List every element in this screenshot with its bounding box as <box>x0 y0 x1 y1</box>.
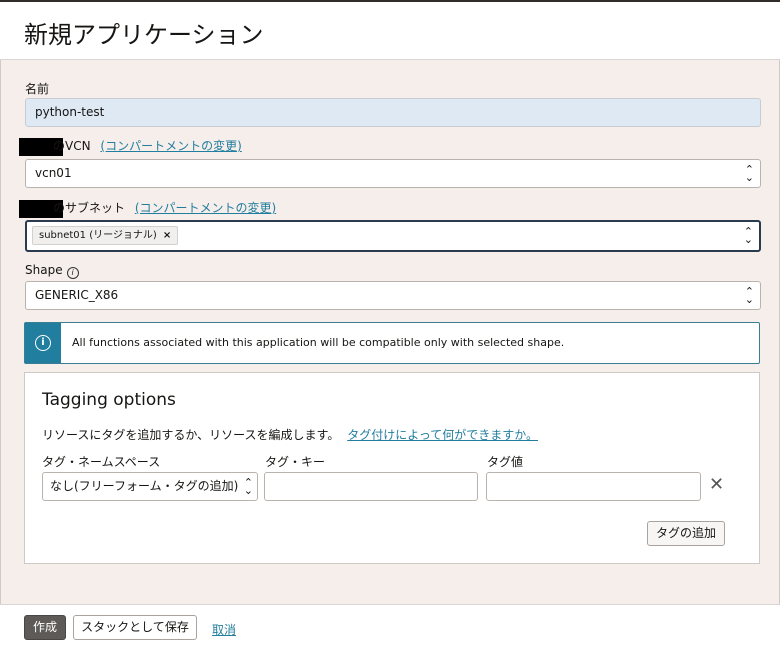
save-as-stack-button[interactable]: スタックとして保存 <box>73 615 197 640</box>
subnet-chip: subnet01 (リージョナル) × <box>32 226 179 245</box>
vcn-select[interactable]: vcn01 ⌃ ⌄ <box>25 159 761 188</box>
notice-icon-strip: i <box>25 323 61 363</box>
tagging-title: Tagging options <box>42 390 176 410</box>
subnet-compartment-change-link[interactable]: (コンパートメントの変更) <box>135 201 276 215</box>
shape-select[interactable]: GENERIC_X86 ⌃ ⌄ <box>25 281 761 310</box>
add-tag-button[interactable]: タグの追加 <box>647 521 725 546</box>
tagging-options-panel: Tagging options リソースにタグを追加するか、リソースを編成します… <box>24 372 760 564</box>
shape-notice: i All functions associated with this app… <box>24 322 760 364</box>
info-icon: i <box>35 335 51 351</box>
shape-value: GENERIC_X86 <box>35 288 119 302</box>
footer-bar: 作成 スタックとして保存 取消 <box>0 604 780 650</box>
tag-namespace-value: なし(フリーフォーム・タグの追加) <box>50 479 239 493</box>
tagging-help-link[interactable]: タグ付けによって何ができますか。 <box>347 428 538 442</box>
name-value: python-test <box>35 105 105 119</box>
tag-value-label: タグ値 <box>487 455 524 469</box>
notice-text: All functions associated with this appli… <box>72 336 565 349</box>
page-header: 新規アプリケーション <box>0 2 780 60</box>
select-arrows-icon: ⌃ ⌄ <box>243 475 253 497</box>
select-arrows-icon: ⌃ ⌄ <box>744 162 754 184</box>
name-label: 名前 <box>25 82 50 96</box>
remove-tag-icon[interactable]: ✕ <box>709 474 724 495</box>
vcn-compartment-change-link[interactable]: (コンパートメントの変更) <box>100 139 241 153</box>
vcn-label: のVCN (コンパートメントの変更) <box>19 137 242 156</box>
create-button[interactable]: 作成 <box>24 615 66 640</box>
name-input[interactable]: python-test <box>25 98 761 127</box>
shape-label: Shape i <box>25 263 79 279</box>
select-arrows-icon: ⌃ ⌄ <box>744 284 754 306</box>
tag-key-label: タグ・キー <box>265 455 326 469</box>
info-icon[interactable]: i <box>66 267 79 279</box>
tag-value-input[interactable] <box>486 472 701 501</box>
tag-namespace-label: タグ・ネームスペース <box>42 455 161 469</box>
subnet-select[interactable]: subnet01 (リージョナル) × ⌃ ⌄ <box>25 220 761 252</box>
tag-namespace-select[interactable]: なし(フリーフォーム・タグの追加) ⌃ ⌄ <box>42 472 258 501</box>
subnet-label: のサブネット (コンパートメントの変更) <box>19 199 276 218</box>
cancel-link[interactable]: 取消 <box>212 621 236 638</box>
vcn-value: vcn01 <box>35 166 72 180</box>
chip-remove-icon[interactable]: × <box>163 230 171 241</box>
tagging-description: リソースにタグを追加するか、リソースを編成します。 タグ付けによって何ができます… <box>42 428 539 442</box>
select-arrows-icon: ⌃ ⌄ <box>743 225 753 246</box>
page-title: 新規アプリケーション <box>24 21 264 49</box>
tag-key-input[interactable] <box>264 472 478 501</box>
